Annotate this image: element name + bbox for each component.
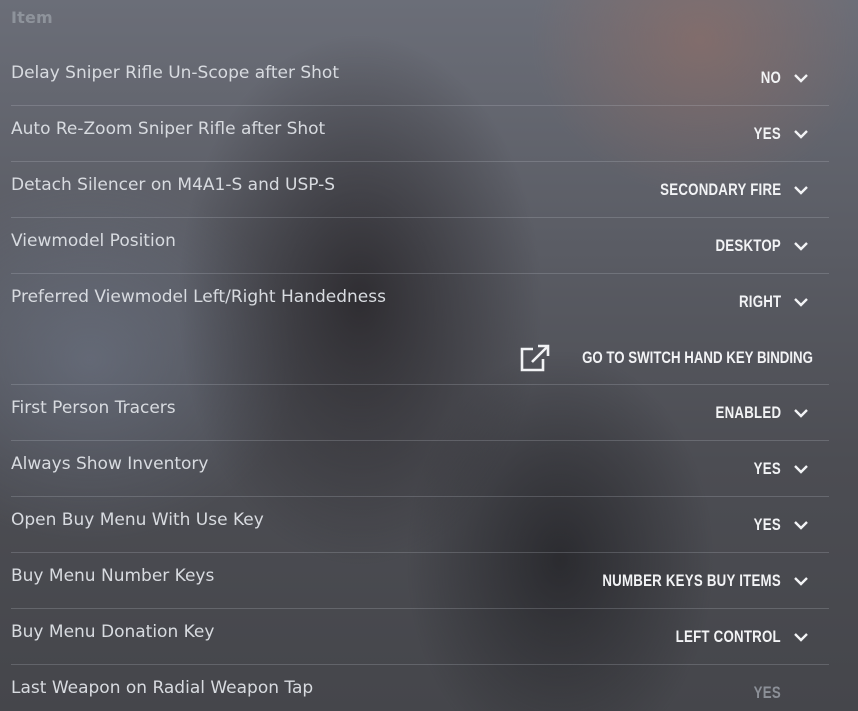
chevron-down-icon [794,298,808,307]
setting-value: NUMBER KEYS BUY ITEMS [602,571,781,590]
setting-row-first-person-tracers: First Person Tracers ENABLED [11,385,829,441]
setting-dropdown[interactable]: RIGHT [727,289,809,315]
chevron-down-icon [794,521,808,530]
setting-label: Last Weapon on Radial Weapon Tap [11,678,314,698]
setting-row-delay-unscope: Delay Sniper Rifle Un-Scope after Shot N… [11,50,829,106]
setting-value: ENABLED [715,403,781,422]
setting-label: Buy Menu Number Keys [11,566,215,586]
external-link-icon [520,344,550,372]
chevron-down-icon [794,74,808,83]
setting-dropdown[interactable]: SECONDARY FIRE [626,177,809,203]
chevron-down-icon [794,577,808,586]
setting-dropdown[interactable]: YES [746,512,809,538]
chevron-down-icon [794,465,808,474]
chevron-down-icon [794,633,808,642]
section-title: Item [11,8,53,27]
setting-row-detach-silencer: Detach Silencer on M4A1-S and USP-S SECO… [11,162,829,218]
chevron-down-icon [794,242,808,251]
setting-dropdown[interactable]: ENABLED [697,400,809,426]
setting-value: NO [760,68,781,87]
setting-row-viewmodel-position: Viewmodel Position DESKTOP [11,218,829,274]
setting-label: Buy Menu Donation Key [11,622,215,642]
setting-label: Open Buy Menu With Use Key [11,510,264,530]
link-label: GO TO SWITCH HAND KEY BINDING [582,348,813,367]
setting-dropdown[interactable]: LEFT CONTROL [646,624,809,650]
setting-label: Delay Sniper Rifle Un-Scope after Shot [11,63,339,83]
setting-dropdown[interactable]: DESKTOP [697,233,809,259]
setting-dropdown[interactable]: YES [746,456,809,482]
setting-dropdown: YES [746,680,781,706]
setting-dropdown[interactable]: NO [755,65,809,91]
setting-row-buy-menu-donation-key: Buy Menu Donation Key LEFT CONTROL [11,609,829,665]
setting-row-auto-rezoom: Auto Re-Zoom Sniper Rifle after Shot YES [11,106,829,162]
setting-row-last-weapon-radial-tap: Last Weapon on Radial Weapon Tap YES [11,665,829,711]
setting-value: YES [753,124,781,143]
setting-row-handedness: Preferred Viewmodel Left/Right Handednes… [11,274,829,385]
chevron-down-icon [794,130,808,139]
setting-row-buy-menu-number-keys: Buy Menu Number Keys NUMBER KEYS BUY ITE… [11,553,829,609]
setting-row-buy-menu-use-key: Open Buy Menu With Use Key YES [11,497,829,553]
chevron-down-icon [794,186,808,195]
setting-dropdown[interactable]: NUMBER KEYS BUY ITEMS [552,568,809,594]
setting-label: First Person Tracers [11,398,176,418]
setting-label: Viewmodel Position [11,231,176,251]
setting-dropdown[interactable]: YES [746,121,809,147]
setting-value: YES [753,515,781,534]
setting-value: YES [753,683,781,702]
setting-label: Auto Re-Zoom Sniper Rifle after Shot [11,119,326,139]
setting-value: SECONDARY FIRE [659,180,781,199]
setting-value: LEFT CONTROL [675,627,781,646]
setting-value: DESKTOP [715,236,781,255]
setting-row-always-show-inventory: Always Show Inventory YES [11,441,829,497]
setting-label: Detach Silencer on M4A1-S and USP-S [11,175,336,195]
chevron-down-icon [794,409,808,418]
setting-value: YES [753,459,781,478]
switch-hand-keybinding-link[interactable]: GO TO SWITCH HAND KEY BINDING [519,343,813,373]
setting-label: Preferred Viewmodel Left/Right Handednes… [11,287,386,307]
setting-value: RIGHT [738,292,781,311]
setting-label: Always Show Inventory [11,454,209,474]
settings-list: Delay Sniper Rifle Un-Scope after Shot N… [11,50,829,711]
